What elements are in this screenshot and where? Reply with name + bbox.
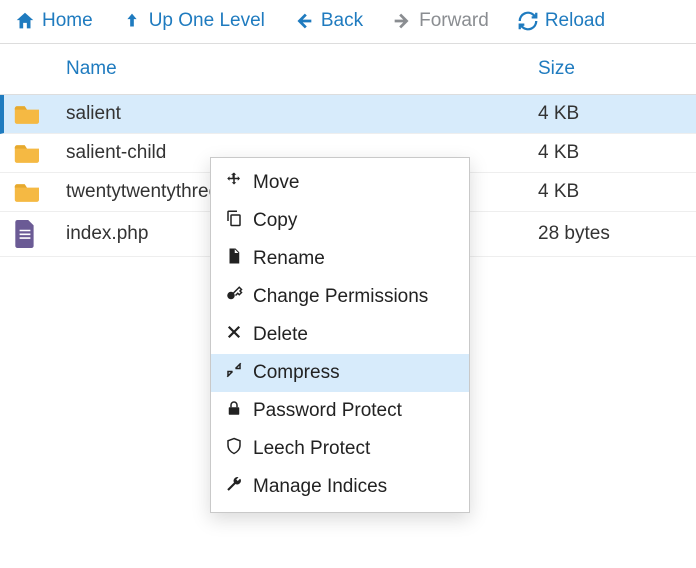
- context-menu: Move Copy Rename Change Permissions Delete Co…: [210, 157, 470, 513]
- menu-item-rename[interactable]: Rename: [211, 240, 469, 278]
- toolbar: Home Up One Level Back Forward Reload: [0, 0, 696, 43]
- menu-item-leech-protect[interactable]: Leech Protect: [211, 430, 469, 468]
- reload-icon: [517, 10, 539, 32]
- delete-icon: [225, 323, 243, 347]
- back-arrow-icon: [293, 10, 315, 32]
- column-header-size[interactable]: Size: [538, 58, 696, 80]
- menu-item-copy[interactable]: Copy: [211, 202, 469, 240]
- compress-icon: [225, 361, 243, 385]
- table-row[interactable]: salient4 KB: [0, 95, 696, 134]
- move-icon: [225, 171, 243, 195]
- rename-icon: [225, 247, 243, 271]
- menu-item-label: Password Protect: [253, 400, 402, 422]
- column-header-name[interactable]: Name: [66, 58, 538, 80]
- copy-icon: [225, 209, 243, 233]
- folder-icon: [14, 181, 66, 203]
- table-header: Name Size: [0, 44, 696, 95]
- menu-item-label: Delete: [253, 324, 308, 346]
- folder-icon: [14, 142, 66, 164]
- up-label: Up One Level: [149, 10, 265, 32]
- menu-item-label: Leech Protect: [253, 438, 370, 460]
- menu-item-label: Compress: [253, 362, 340, 384]
- file-name: salient: [66, 103, 538, 125]
- reload-label: Reload: [545, 10, 605, 32]
- back-label: Back: [321, 10, 363, 32]
- forward-arrow-icon: [391, 10, 413, 32]
- folder-icon: [14, 103, 66, 125]
- menu-item-label: Copy: [253, 210, 297, 232]
- menu-item-label: Move: [253, 172, 299, 194]
- menu-item-password-protect[interactable]: Password Protect: [211, 392, 469, 430]
- file-size: 28 bytes: [538, 223, 696, 245]
- back-button[interactable]: Back: [293, 10, 363, 32]
- up-arrow-icon: [121, 10, 143, 32]
- menu-item-delete[interactable]: Delete: [211, 316, 469, 354]
- file-size: 4 KB: [538, 142, 696, 164]
- file-size: 4 KB: [538, 181, 696, 203]
- menu-item-label: Change Permissions: [253, 286, 428, 308]
- menu-item-label: Rename: [253, 248, 325, 270]
- shield-icon: [225, 437, 243, 461]
- up-one-level-button[interactable]: Up One Level: [121, 10, 265, 32]
- lock-icon: [225, 399, 243, 423]
- key-icon: [225, 285, 243, 309]
- menu-item-label: Manage Indices: [253, 476, 387, 498]
- file-icon: [14, 220, 66, 248]
- wrench-icon: [225, 475, 243, 499]
- menu-item-manage-indices[interactable]: Manage Indices: [211, 468, 469, 506]
- home-label: Home: [42, 10, 93, 32]
- menu-item-compress[interactable]: Compress: [211, 354, 469, 392]
- menu-item-change-permissions[interactable]: Change Permissions: [211, 278, 469, 316]
- file-size: 4 KB: [538, 103, 696, 125]
- forward-button: Forward: [391, 10, 489, 32]
- forward-label: Forward: [419, 10, 489, 32]
- home-button[interactable]: Home: [14, 10, 93, 32]
- menu-item-move[interactable]: Move: [211, 164, 469, 202]
- reload-button[interactable]: Reload: [517, 10, 605, 32]
- home-icon: [14, 10, 36, 32]
